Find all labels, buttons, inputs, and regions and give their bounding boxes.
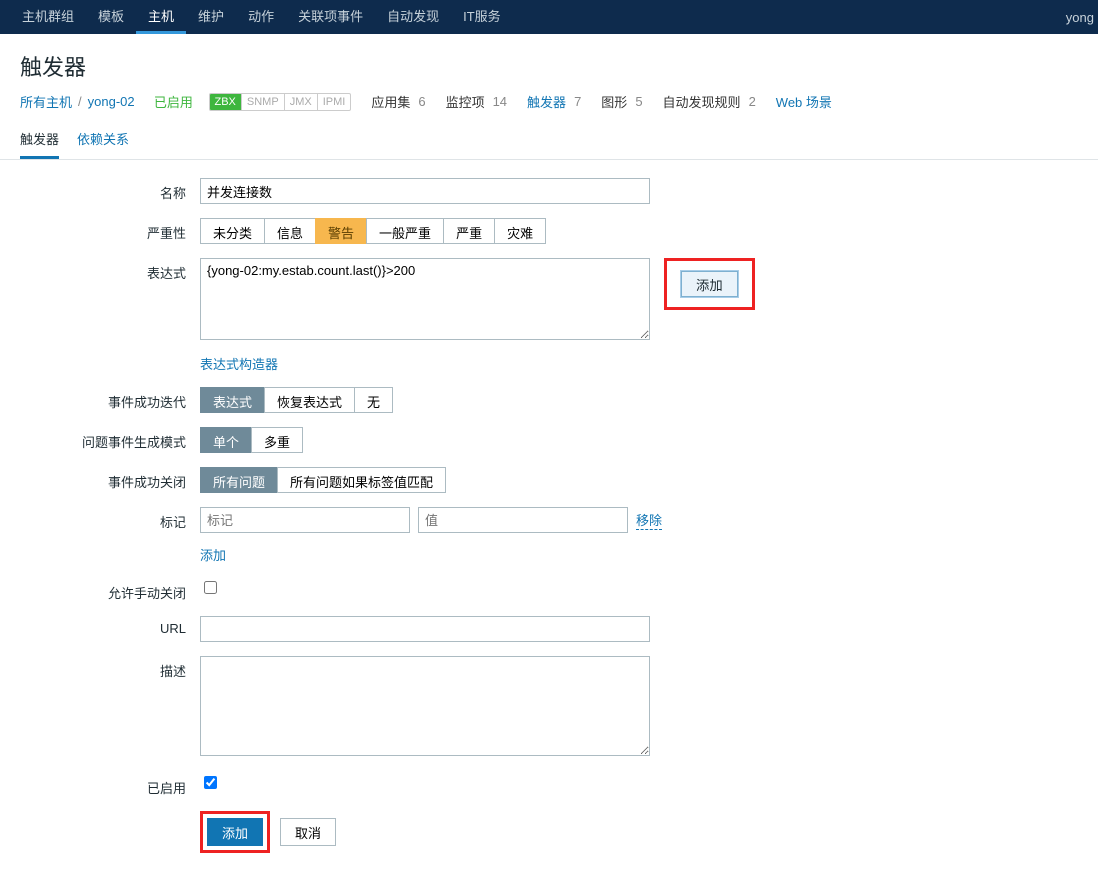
count-items-val: 14 <box>493 94 507 109</box>
count-graphs-val: 5 <box>635 94 642 109</box>
event-ok-recovery[interactable]: 恢复表达式 <box>264 387 355 413</box>
label-name: 名称 <box>20 178 200 202</box>
manual-close-checkbox[interactable] <box>204 581 217 594</box>
label-event-close: 事件成功关闭 <box>20 467 200 491</box>
trigger-form: 名称 严重性 未分类 信息 警告 一般严重 严重 灾难 表达式 {yong-02… <box>0 160 1098 885</box>
nav-actions[interactable]: 动作 <box>236 0 286 34</box>
highlight-submit: 添加 <box>200 811 270 853</box>
status-enabled: 已启用 <box>154 92 193 111</box>
nav-itservices[interactable]: IT服务 <box>451 0 513 34</box>
sev-average[interactable]: 一般严重 <box>366 218 444 244</box>
breadcrumb: 所有主机 / yong-02 已启用 ZBX SNMP JMX IPMI 应用集… <box>0 92 1098 121</box>
label-tags: 标记 <box>20 507 200 531</box>
expression-textarea[interactable]: {yong-02:my.estab.count.last()}>200 <box>200 258 650 340</box>
submit-button[interactable]: 添加 <box>207 818 263 846</box>
label-description: 描述 <box>20 656 200 680</box>
badge-jmx: JMX <box>284 94 317 110</box>
add-expression-button[interactable]: 添加 <box>681 271 738 297</box>
problem-gen-group: 单个 多重 <box>200 427 303 453</box>
label-expression: 表达式 <box>20 258 200 282</box>
nav-templates[interactable]: 模板 <box>86 0 136 34</box>
badge-zbx: ZBX <box>210 94 241 110</box>
problem-gen-multiple[interactable]: 多重 <box>251 427 303 453</box>
nav-correlation[interactable]: 关联项事件 <box>286 0 375 34</box>
page-title: 触发器 <box>0 34 1098 92</box>
tag-add-link[interactable]: 添加 <box>200 548 226 563</box>
breadcrumb-all-hosts[interactable]: 所有主机 <box>20 92 72 111</box>
label-severity: 严重性 <box>20 218 200 242</box>
sev-warning[interactable]: 警告 <box>315 218 367 244</box>
web-scenario-link[interactable]: Web 场景 <box>776 92 832 111</box>
count-triggers-label[interactable]: 触发器 <box>527 92 566 111</box>
count-discovery-label[interactable]: 自动发现规则 <box>663 92 741 111</box>
count-discovery-val: 2 <box>749 94 756 109</box>
cancel-button[interactable]: 取消 <box>280 818 336 846</box>
name-input[interactable] <box>200 178 650 204</box>
label-enabled: 已启用 <box>20 773 200 797</box>
nav-hosts[interactable]: 主机 <box>136 0 186 34</box>
tabs: 触发器 依赖关系 <box>0 121 1098 160</box>
nav-hostgroups[interactable]: 主机群组 <box>10 0 86 34</box>
badge-ipmi: IPMI <box>317 94 351 110</box>
top-nav: 主机群组 模板 主机 维护 动作 关联项事件 自动发现 IT服务 yong <box>0 0 1098 34</box>
nav-discovery[interactable]: 自动发现 <box>375 0 451 34</box>
severity-group: 未分类 信息 警告 一般严重 严重 灾难 <box>200 218 546 244</box>
label-problem-gen: 问题事件生成模式 <box>20 427 200 451</box>
problem-gen-single[interactable]: 单个 <box>200 427 252 453</box>
tag-name-input[interactable] <box>200 507 410 533</box>
count-appset-label[interactable]: 应用集 <box>371 92 410 111</box>
proto-badges: ZBX SNMP JMX IPMI <box>209 93 352 111</box>
nav-maintenance[interactable]: 维护 <box>186 0 236 34</box>
breadcrumb-host[interactable]: yong-02 <box>88 94 135 109</box>
breadcrumb-sep: / <box>78 94 82 109</box>
label-url: URL <box>20 616 200 636</box>
event-ok-expr[interactable]: 表达式 <box>200 387 265 413</box>
label-manual-close: 允许手动关闭 <box>20 578 200 602</box>
count-graphs-label[interactable]: 图形 <box>601 92 627 111</box>
event-close-iftag[interactable]: 所有问题如果标签值匹配 <box>277 467 446 493</box>
label-event-ok: 事件成功迭代 <box>20 387 200 411</box>
badge-snmp: SNMP <box>241 94 284 110</box>
tag-value-input[interactable] <box>418 507 628 533</box>
count-appset-val: 6 <box>418 94 425 109</box>
sev-high[interactable]: 严重 <box>443 218 495 244</box>
sev-disaster[interactable]: 灾难 <box>494 218 546 244</box>
enabled-checkbox[interactable] <box>204 776 217 789</box>
user-label: yong <box>1066 10 1098 25</box>
count-triggers-val: 7 <box>574 94 581 109</box>
event-ok-none[interactable]: 无 <box>354 387 393 413</box>
event-close-all[interactable]: 所有问题 <box>200 467 278 493</box>
sev-notclassified[interactable]: 未分类 <box>200 218 265 244</box>
sev-info[interactable]: 信息 <box>264 218 316 244</box>
event-ok-group: 表达式 恢复表达式 无 <box>200 387 393 413</box>
tag-remove-link[interactable]: 移除 <box>636 510 662 530</box>
url-input[interactable] <box>200 616 650 642</box>
count-items-label[interactable]: 监控项 <box>446 92 485 111</box>
tab-trigger[interactable]: 触发器 <box>20 121 59 159</box>
tab-dependencies[interactable]: 依赖关系 <box>77 121 129 159</box>
expression-builder-link[interactable]: 表达式构造器 <box>200 357 278 372</box>
event-close-group: 所有问题 所有问题如果标签值匹配 <box>200 467 446 493</box>
highlight-add-expr: 添加 <box>664 258 755 310</box>
description-textarea[interactable] <box>200 656 650 756</box>
